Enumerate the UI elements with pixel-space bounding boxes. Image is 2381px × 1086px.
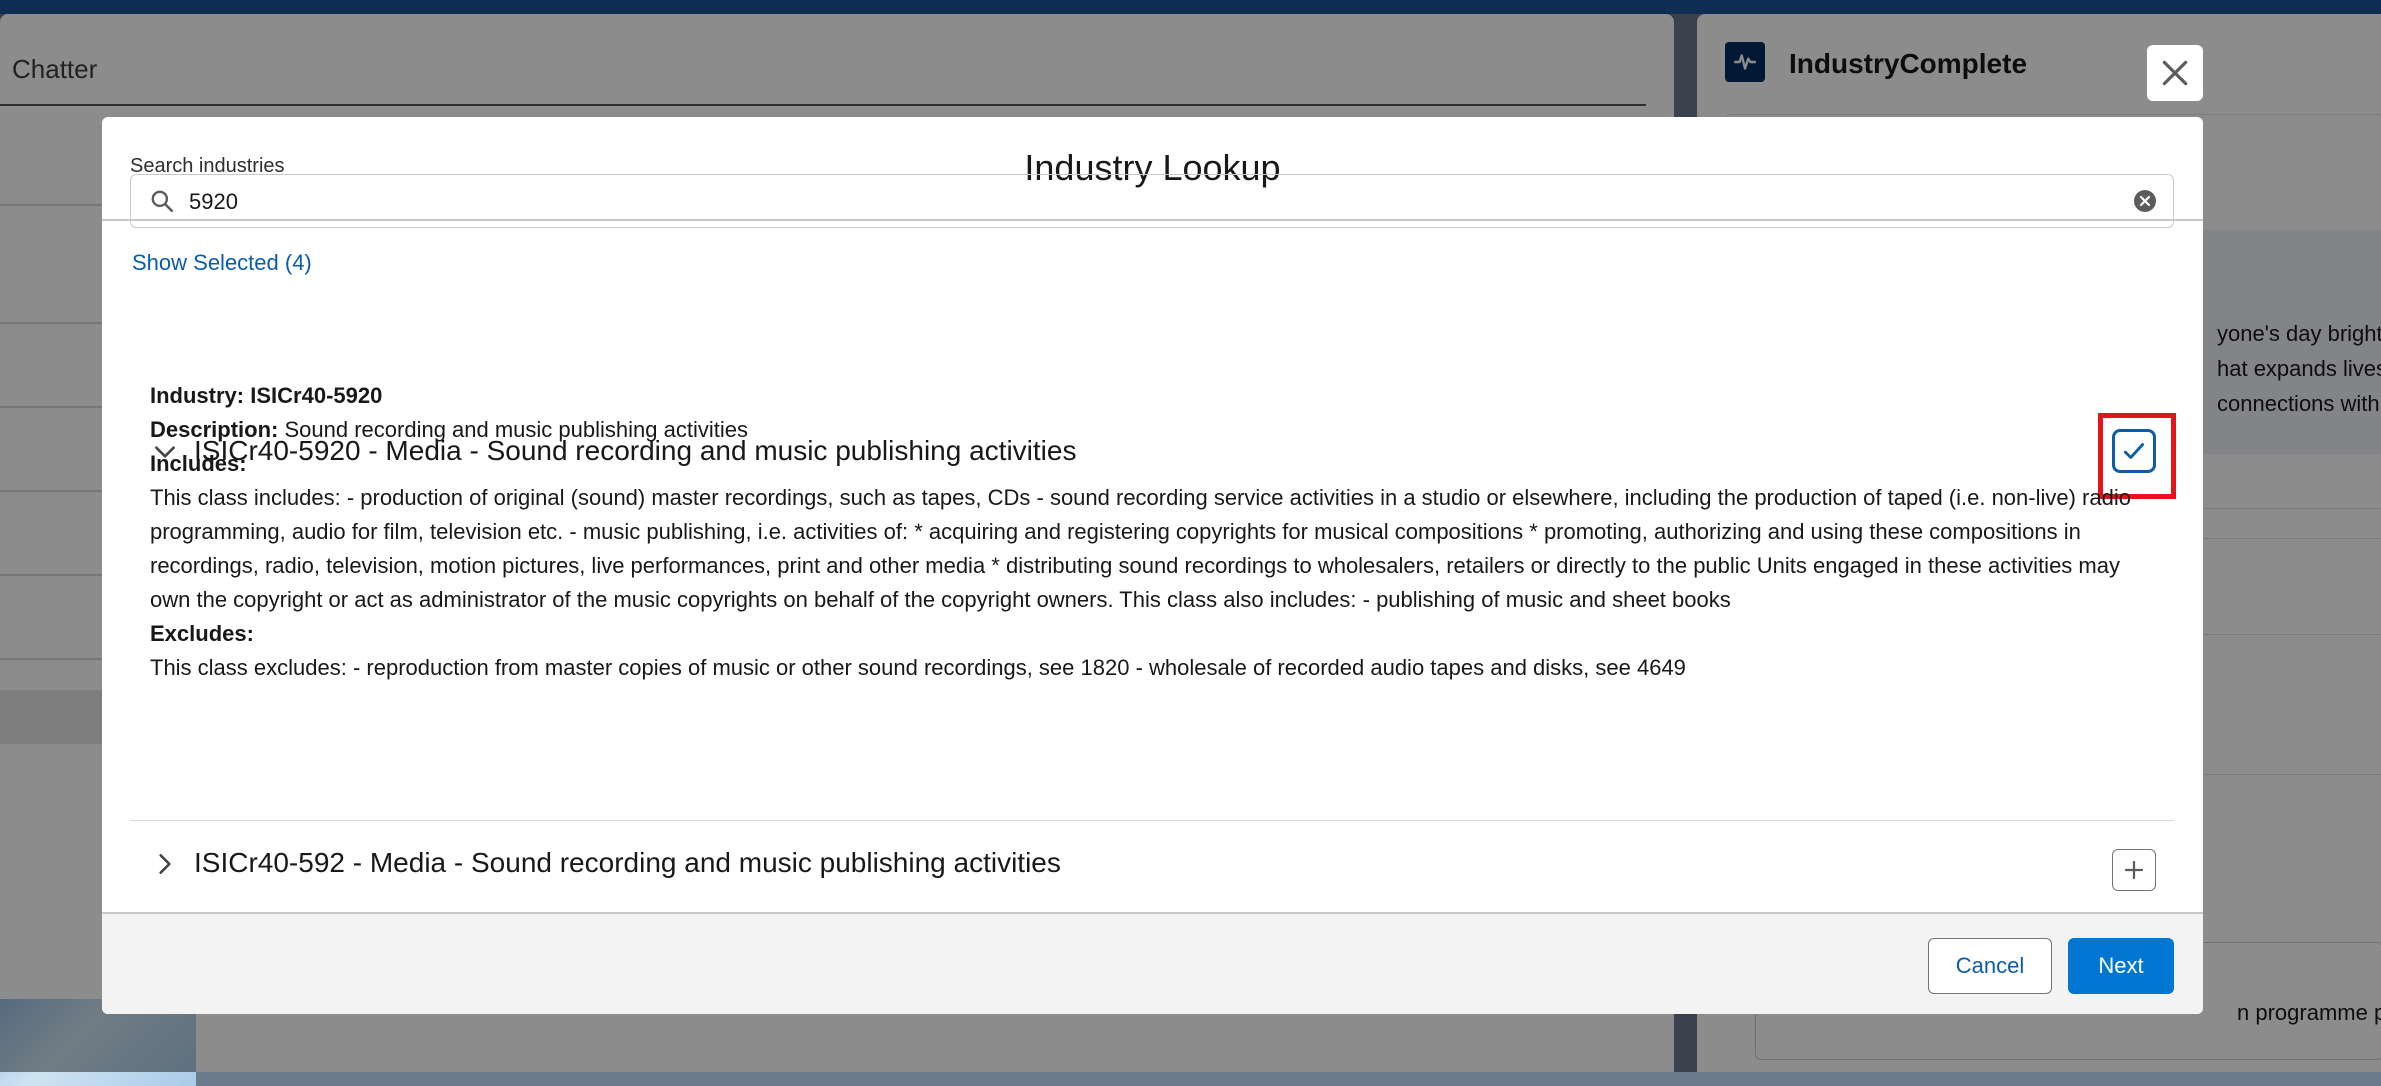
industry-lookup-modal: Industry Lookup Search industries Show S… [102, 117, 2203, 1014]
chevron-right-icon[interactable] [152, 851, 178, 877]
excludes-label: Excludes: [150, 621, 254, 646]
clear-icon[interactable] [2133, 189, 2157, 213]
excludes-text: This class excludes: - reproduction from… [150, 655, 1686, 680]
description-label: Description: [150, 417, 279, 442]
description-value: Sound recording and music publishing act… [284, 417, 748, 442]
result-header[interactable]: ISICr40-592 - Media - Sound recording an… [130, 829, 2174, 899]
show-selected-link[interactable]: Show Selected (4) [132, 250, 312, 276]
result-divider [130, 820, 2174, 821]
search-icon [151, 190, 174, 213]
result-details: Industry: ISICr40-5920 Description: Soun… [150, 379, 2160, 685]
cancel-button[interactable]: Cancel [1928, 938, 2052, 994]
next-button[interactable]: Next [2068, 938, 2174, 994]
includes-label: Includes: [150, 451, 247, 476]
close-modal-button[interactable] [2147, 45, 2203, 101]
industry-value: ISICr40-5920 [250, 383, 383, 408]
includes-text: This class includes: - production of ori… [150, 485, 2131, 612]
add-result-button[interactable] [2112, 849, 2156, 891]
close-icon [2162, 60, 2188, 86]
description-row: Description: Sound recording and music p… [150, 413, 2160, 447]
industry-row: Industry: ISICr40-5920 [150, 379, 2160, 413]
plus-icon [2124, 860, 2144, 880]
industry-label: Industry: [150, 383, 245, 408]
modal-footer: Cancel Next [102, 912, 2203, 1014]
search-field[interactable] [130, 174, 2174, 228]
result-title[interactable]: ISICr40-592 - Media - Sound recording an… [194, 847, 1061, 879]
search-input[interactable] [187, 183, 2091, 221]
